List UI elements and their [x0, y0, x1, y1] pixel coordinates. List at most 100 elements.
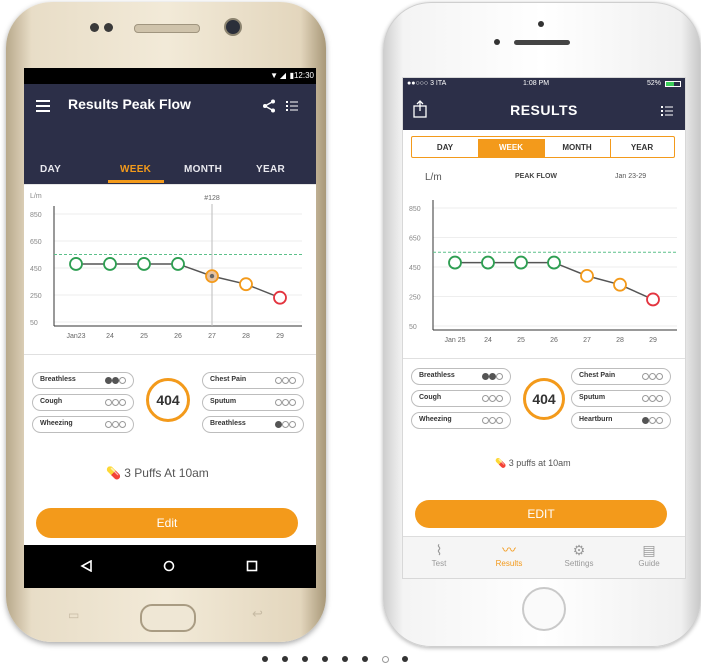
pager-dot[interactable] — [302, 656, 308, 662]
symptom-label: Wheezing — [419, 416, 452, 423]
symptom-chip[interactable]: Chest Pain — [202, 372, 304, 389]
symptom-chip[interactable]: Sputum — [202, 394, 304, 411]
tab-week[interactable]: WEEK — [120, 164, 151, 175]
symptom-chip[interactable]: Cough — [411, 390, 511, 407]
trend-chart-icon: 〰 — [502, 542, 516, 558]
data-point — [448, 255, 462, 270]
x-tick-label: 24 — [484, 337, 492, 344]
severity-dot — [105, 421, 112, 428]
system-nav-bar — [24, 545, 316, 588]
symptom-chip[interactable]: Cough — [32, 394, 134, 411]
data-point — [103, 257, 117, 271]
recents-key-icon[interactable]: ▭ — [68, 608, 79, 622]
severity-dot — [642, 417, 649, 424]
pager-dot[interactable] — [342, 656, 348, 662]
edit-button[interactable]: Edit — [36, 508, 298, 538]
severity-dot — [112, 399, 119, 406]
severity-dot — [119, 421, 126, 428]
pager-dot[interactable] — [262, 656, 268, 662]
y-tick-label: 50 — [409, 324, 417, 331]
severity-dot — [275, 421, 282, 428]
medication-row: 💊 3 puffs at 10am — [495, 458, 571, 469]
back-key-icon[interactable]: ↩ — [252, 606, 263, 622]
y-tick-label: 850 — [30, 212, 42, 219]
highlight-label: #128 — [204, 195, 220, 202]
status-time: 12:30 — [293, 71, 314, 80]
list-icon[interactable] — [286, 100, 298, 112]
y-tick-label: 50 — [30, 320, 38, 327]
tab-day[interactable]: DAY — [40, 164, 61, 175]
symptom-chip[interactable]: Chest Pain — [571, 368, 671, 385]
severity-dot — [656, 417, 663, 424]
pager-dot[interactable] — [322, 656, 328, 662]
symptom-chip[interactable]: Breathless — [202, 416, 304, 433]
android-screen: ▼ ◢ ▮ 12:30 Results Peak Flow DAY WEEK M… — [24, 68, 316, 588]
symptom-label: Sputum — [579, 394, 606, 401]
back-icon[interactable] — [80, 560, 92, 572]
pager-dot[interactable] — [402, 656, 408, 662]
segment-year[interactable]: YEAR — [610, 139, 674, 157]
period-segmented-control: DAY WEEK MONTH YEAR — [411, 136, 675, 158]
tab-settings[interactable]: ⚙ Settings — [549, 541, 609, 568]
x-tick-label: Jan 25 — [444, 337, 465, 344]
data-point — [239, 277, 253, 292]
book-icon: ▤ — [642, 542, 656, 558]
signal-icon: ◢ — [279, 71, 286, 80]
symptom-chip[interactable]: Wheezing — [32, 416, 134, 433]
page-title: RESULTS — [510, 102, 578, 118]
severity-dot — [649, 395, 656, 402]
list-icon[interactable] — [661, 105, 673, 117]
severity-dot — [489, 395, 496, 402]
edit-button[interactable]: EDIT — [415, 500, 667, 528]
battery-percent: 52% — [646, 80, 661, 87]
data-point — [613, 277, 627, 292]
symptom-chip[interactable]: Heartburn — [571, 412, 671, 429]
page-title: Results Peak Flow — [68, 96, 191, 112]
symptom-chip[interactable]: Breathless — [411, 368, 511, 385]
share-icon[interactable] — [262, 99, 276, 113]
x-tick-label: 26 — [174, 333, 182, 340]
symptom-label: Sputum — [210, 398, 237, 405]
front-camera — [224, 18, 242, 36]
hardware-home-button[interactable] — [140, 604, 196, 632]
severity-dot — [496, 395, 503, 402]
tab-month[interactable]: MONTH — [184, 164, 222, 175]
symptom-label: Wheezing — [40, 420, 73, 427]
earpiece-speaker — [514, 40, 570, 45]
segment-month[interactable]: MONTH — [544, 139, 611, 157]
hardware-home-button[interactable] — [522, 587, 566, 631]
chart-date-range: Jan 23-29 — [615, 173, 647, 180]
pager-dot[interactable] — [362, 656, 368, 662]
pager-dot[interactable] — [282, 656, 288, 662]
pill-icon: 💊 — [106, 466, 121, 480]
chart-unit: L/m — [425, 172, 442, 183]
symptom-chip[interactable]: Sputum — [571, 390, 671, 407]
tab-test[interactable]: ⌇ Test — [409, 541, 469, 568]
x-tick-label: 28 — [242, 333, 250, 340]
x-tick-label: 25 — [140, 333, 148, 340]
menu-icon[interactable] — [36, 100, 50, 112]
status-bar: ▼ ◢ ▮ 12:30 — [24, 68, 316, 84]
period-tabs: DAY WEEK MONTH YEAR — [24, 152, 316, 184]
tab-guide[interactable]: ▤ Guide — [619, 541, 679, 568]
x-tick-label: 29 — [276, 333, 284, 340]
symptom-chip[interactable]: Wheezing — [411, 412, 511, 429]
segment-day[interactable]: DAY — [412, 139, 479, 157]
pager-dot[interactable] — [382, 656, 389, 663]
severity-dot — [282, 421, 289, 428]
severity-dot — [482, 395, 489, 402]
recents-icon[interactable] — [246, 560, 258, 572]
severity-dot — [496, 373, 503, 380]
x-tick-label: 24 — [106, 333, 114, 340]
y-tick-label: 850 — [409, 206, 421, 213]
symptom-chip[interactable]: Breathless — [32, 372, 134, 389]
segment-week[interactable]: WEEK — [478, 139, 545, 157]
tab-year[interactable]: YEAR — [256, 164, 285, 175]
severity-dot — [282, 377, 289, 384]
y-tick-label: 450 — [30, 266, 42, 273]
symptom-label: Cough — [40, 398, 63, 405]
home-icon[interactable] — [163, 560, 175, 572]
y-tick-label: 650 — [30, 239, 42, 246]
front-camera — [538, 21, 544, 27]
tab-results[interactable]: 〰 Results — [479, 541, 539, 568]
